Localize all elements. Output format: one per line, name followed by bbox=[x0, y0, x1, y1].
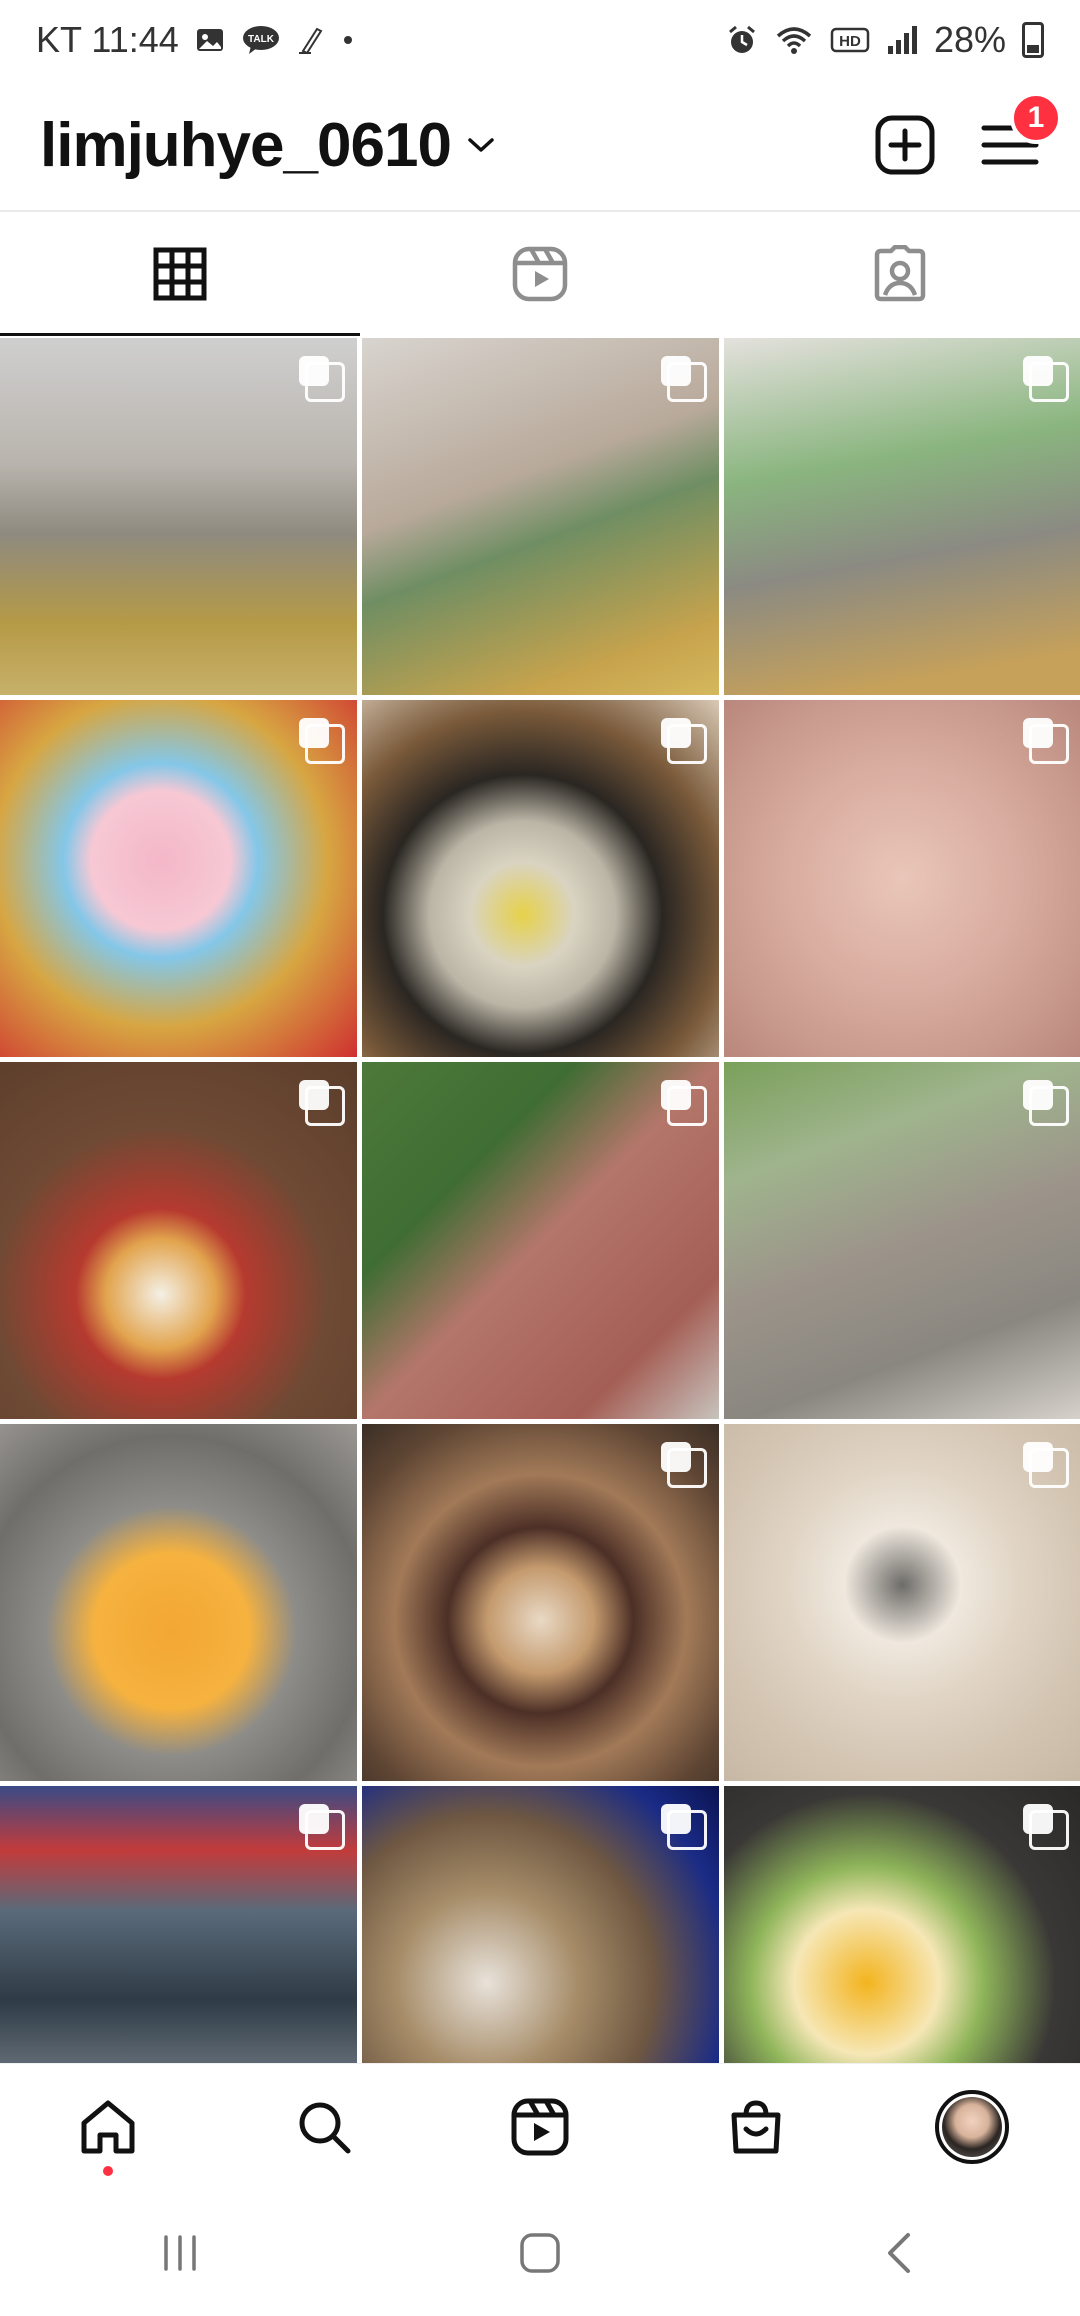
avatar-image bbox=[942, 2096, 1002, 2157]
battery-percent: 28% bbox=[933, 19, 1006, 60]
plus-square-icon bbox=[875, 115, 935, 175]
nav-profile[interactable] bbox=[927, 2082, 1017, 2172]
post-tile-room-selfie-2[interactable] bbox=[362, 338, 719, 695]
back-button[interactable] bbox=[840, 2213, 960, 2293]
grid-icon bbox=[153, 247, 207, 300]
tab-posts-grid[interactable] bbox=[0, 214, 360, 336]
carrier-time: KT 11:44 bbox=[36, 19, 179, 60]
menu-button[interactable]: 1 bbox=[980, 92, 1062, 170]
back-chevron-icon bbox=[888, 2232, 910, 2273]
carousel-icon bbox=[1023, 718, 1069, 764]
account-switcher[interactable]: limjuhye_0610 bbox=[40, 110, 495, 181]
carousel-icon bbox=[299, 356, 345, 402]
nav-search[interactable] bbox=[279, 2082, 369, 2172]
alarm-icon bbox=[726, 24, 758, 56]
profile-avatar bbox=[935, 2089, 1009, 2164]
post-tile-ryan-pillow[interactable] bbox=[0, 1424, 357, 1781]
hd-label: HD bbox=[839, 33, 861, 50]
post-tile-room-selfie-1[interactable] bbox=[0, 338, 357, 695]
carousel-icon bbox=[1023, 356, 1069, 402]
header-actions: 1 bbox=[874, 92, 1062, 176]
nav-shop[interactable] bbox=[711, 2082, 801, 2172]
nav-home[interactable] bbox=[63, 2082, 153, 2176]
tagged-icon bbox=[874, 245, 926, 302]
shop-icon bbox=[731, 2099, 781, 2153]
carousel-icon bbox=[1023, 1442, 1069, 1488]
reels-icon bbox=[512, 246, 568, 302]
system-nav-bar bbox=[0, 2189, 1080, 2316]
pen-notification-icon bbox=[297, 25, 325, 55]
carousel-icon bbox=[661, 1804, 707, 1850]
carousel-icon bbox=[661, 718, 707, 764]
wifi-icon bbox=[774, 24, 814, 56]
profile-header: limjuhye_0610 1 bbox=[0, 80, 1080, 212]
post-tile-fried-egg[interactable] bbox=[724, 1786, 1080, 2063]
post-tile-room-selfie-3[interactable] bbox=[724, 338, 1080, 695]
post-tile-scooter[interactable] bbox=[362, 1062, 719, 1419]
search-icon bbox=[299, 2102, 351, 2153]
carousel-icon bbox=[661, 1442, 707, 1488]
status-left: KT 11:44 TALK bbox=[36, 19, 355, 61]
status-right: HD 28% bbox=[726, 19, 1044, 61]
post-tile-baby-jacket[interactable] bbox=[724, 1424, 1080, 1781]
carousel-icon bbox=[661, 1080, 707, 1126]
post-tile-breakfast[interactable] bbox=[0, 1062, 357, 1419]
post-tile-soup[interactable] bbox=[362, 700, 719, 1057]
post-tile-baby-face[interactable] bbox=[724, 700, 1080, 1057]
bottom-nav bbox=[0, 2063, 1080, 2189]
tab-reels[interactable] bbox=[360, 214, 720, 336]
recent-apps-button[interactable] bbox=[120, 2213, 240, 2293]
profile-tabs bbox=[0, 214, 1080, 336]
create-post-button[interactable] bbox=[874, 114, 936, 176]
talk-notification-icon: TALK bbox=[241, 24, 281, 56]
post-tile-plush-toy[interactable] bbox=[0, 700, 357, 1057]
chevron-down-icon bbox=[467, 135, 495, 155]
notification-badge: 1 bbox=[1010, 92, 1062, 144]
carousel-icon bbox=[299, 718, 345, 764]
post-tile-shark-painting[interactable] bbox=[362, 1786, 719, 2063]
home-square-icon bbox=[520, 2232, 560, 2273]
status-bar: KT 11:44 TALK HD 28% bbox=[0, 0, 1080, 80]
hd-voice-icon: HD bbox=[830, 25, 870, 55]
nav-reels[interactable] bbox=[495, 2082, 585, 2172]
carousel-icon bbox=[1023, 1080, 1069, 1126]
posts-grid bbox=[0, 338, 1080, 2063]
carousel-icon bbox=[1023, 1804, 1069, 1850]
carousel-icon bbox=[661, 356, 707, 402]
post-tile-steak-dinner[interactable] bbox=[362, 1424, 719, 1781]
username: limjuhye_0610 bbox=[40, 110, 452, 180]
post-tile-alley[interactable] bbox=[724, 1062, 1080, 1419]
reels-icon bbox=[511, 2098, 569, 2155]
recent-apps-icon bbox=[164, 2234, 196, 2271]
post-tile-storefront[interactable] bbox=[0, 1786, 357, 2063]
gallery-notification-icon bbox=[195, 25, 225, 55]
tab-tagged[interactable] bbox=[720, 214, 1080, 336]
svg-text:TALK: TALK bbox=[248, 34, 275, 45]
battery-icon bbox=[1022, 22, 1044, 58]
carousel-icon bbox=[299, 1080, 345, 1126]
home-system-button[interactable] bbox=[480, 2213, 600, 2293]
more-notifications-dot-icon bbox=[341, 33, 355, 47]
home-icon bbox=[81, 2100, 135, 2153]
signal-icon bbox=[886, 24, 918, 56]
home-activity-dot bbox=[103, 2165, 113, 2176]
carousel-icon bbox=[299, 1804, 345, 1850]
